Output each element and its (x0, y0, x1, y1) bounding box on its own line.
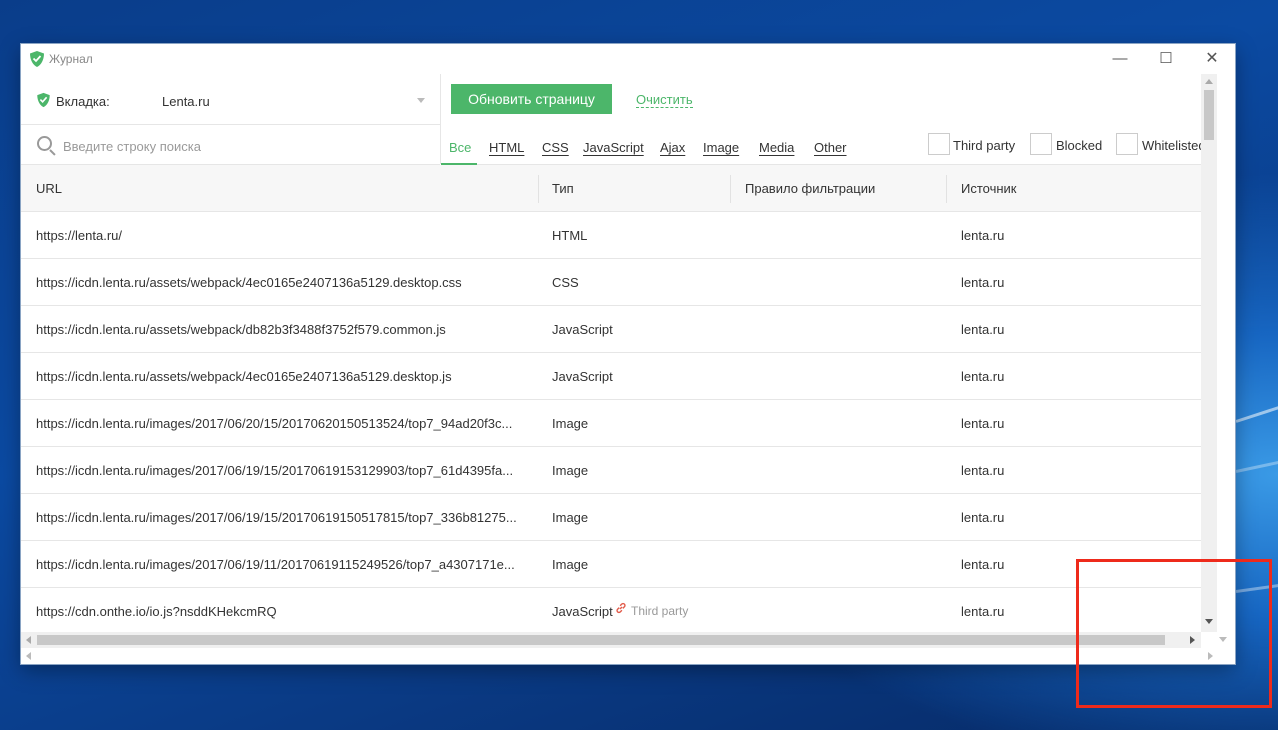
row-type: JavaScript (552, 604, 613, 619)
scroll-up-arrow-icon[interactable] (1205, 79, 1213, 84)
row-source: lenta.ru (961, 275, 1005, 290)
outer-horizontal-scrollbar[interactable] (21, 648, 1235, 664)
wallpaper-beam (1235, 457, 1278, 473)
vertical-scrollbar[interactable] (1201, 74, 1217, 632)
column-header-url[interactable]: URL (36, 181, 62, 196)
row-source: lenta.ru (961, 557, 1005, 572)
row-type: CSS (552, 275, 579, 290)
filter-bar: Все HTML CSS JavaScript Ajax Image Media… (441, 125, 1206, 165)
column-divider[interactable] (538, 175, 539, 203)
tab-html[interactable]: HTML (489, 140, 524, 155)
row-url: https://icdn.lenta.ru/images/2017/06/19/… (36, 557, 515, 572)
row-url: https://icdn.lenta.ru/assets/webpack/db8… (36, 322, 446, 337)
highlight-annotation-box (1076, 559, 1272, 708)
row-source: lenta.ru (961, 228, 1005, 243)
column-header-filter-rule[interactable]: Правило фильтрации (745, 181, 875, 196)
row-url: https://icdn.lenta.ru/images/2017/06/19/… (36, 463, 514, 478)
table-row[interactable]: https://icdn.lenta.ru/images/2017/06/20/… (21, 400, 1201, 447)
clear-button[interactable]: Очистить (636, 92, 693, 108)
close-button[interactable]: ✕ (1189, 44, 1235, 74)
row-source: lenta.ru (961, 369, 1005, 384)
tab-selector-label: Вкладка: (56, 94, 110, 109)
log-window: Журнал — ☐ ✕ Вкладка: Lenta.ru Обновить … (21, 44, 1235, 664)
link-icon (616, 602, 626, 614)
tab-selector-value[interactable]: Lenta.ru (162, 94, 210, 109)
outer-scroll-left-arrow-icon[interactable] (26, 652, 31, 660)
chevron-down-icon[interactable] (417, 98, 425, 103)
refresh-page-button[interactable]: Обновить страницу (451, 84, 612, 114)
tab-media[interactable]: Media (759, 140, 794, 155)
shield-check-icon (30, 51, 44, 67)
requests-table: URL Тип Правило фильтрации Источник http… (21, 165, 1201, 632)
row-type: HTML (552, 228, 588, 243)
search-input[interactable] (61, 135, 425, 157)
search-box (21, 125, 440, 165)
column-divider[interactable] (946, 175, 947, 203)
row-type: JavaScript (552, 369, 613, 384)
row-type: Image (552, 463, 589, 478)
table-row[interactable]: https://icdn.lenta.ru/images/2017/06/19/… (21, 447, 1201, 494)
row-type: Image (552, 510, 589, 525)
row-source: lenta.ru (961, 510, 1005, 525)
blocked-checkbox-label[interactable]: Blocked (1056, 138, 1102, 153)
column-divider[interactable] (730, 175, 731, 203)
search-icon (37, 136, 52, 151)
column-header-source[interactable]: Источник (961, 181, 1017, 196)
table-row[interactable]: https://cdn.onthe.io/io.js?nsddKHekcmRQ … (21, 588, 1201, 632)
table-row[interactable]: https://icdn.lenta.ru/assets/webpack/db8… (21, 306, 1201, 353)
third-party-checkbox-label[interactable]: Third party (953, 138, 1015, 153)
tab-image[interactable]: Image (703, 140, 739, 155)
scroll-left-arrow-icon[interactable] (26, 636, 31, 644)
table-row[interactable]: https://icdn.lenta.ru/images/2017/06/19/… (21, 541, 1201, 588)
row-type: JavaScript (552, 322, 613, 337)
row-source: lenta.ru (961, 416, 1005, 431)
table-row[interactable]: https://icdn.lenta.ru/assets/webpack/4ec… (21, 259, 1201, 306)
row-source: lenta.ru (961, 604, 1005, 619)
third-party-checkbox[interactable] (928, 133, 950, 155)
blocked-checkbox[interactable] (1030, 133, 1052, 155)
whitelisted-checkbox-label[interactable]: Whitelisted (1142, 138, 1206, 153)
minimize-button[interactable]: — (1097, 44, 1143, 74)
shield-check-icon (37, 92, 50, 108)
maximize-button[interactable]: ☐ (1143, 44, 1189, 74)
table-row[interactable]: https://icdn.lenta.ru/assets/webpack/4ec… (21, 353, 1201, 400)
row-source: lenta.ru (961, 463, 1005, 478)
tab-all[interactable]: Все (449, 140, 471, 155)
whitelisted-checkbox[interactable] (1116, 133, 1138, 155)
table-row[interactable]: https://lenta.ru/ HTML lenta.ru (21, 212, 1201, 259)
title-bar[interactable]: Журнал — ☐ ✕ (21, 44, 1235, 74)
window-title: Журнал (49, 52, 93, 66)
horizontal-scrollbar[interactable] (21, 632, 1201, 648)
table-row[interactable]: https://icdn.lenta.ru/images/2017/06/19/… (21, 494, 1201, 541)
tab-javascript[interactable]: JavaScript (583, 140, 644, 155)
wallpaper-beam (1235, 401, 1278, 423)
tab-selector[interactable]: Вкладка: Lenta.ru (21, 74, 440, 125)
table-header: URL Тип Правило фильтрации Источник (21, 165, 1201, 212)
third-party-badge: Third party (631, 604, 689, 618)
row-url: https://lenta.ru/ (36, 228, 122, 243)
row-source: lenta.ru (961, 322, 1005, 337)
horizontal-scroll-thumb[interactable] (37, 635, 1165, 645)
row-url: https://icdn.lenta.ru/assets/webpack/4ec… (36, 275, 462, 290)
row-url: https://icdn.lenta.ru/images/2017/06/20/… (36, 416, 513, 431)
row-url: https://icdn.lenta.ru/assets/webpack/4ec… (36, 369, 452, 384)
tab-css[interactable]: CSS (542, 140, 569, 155)
column-header-type[interactable]: Тип (552, 181, 574, 196)
row-type: Image (552, 557, 589, 572)
tab-ajax[interactable]: Ajax (660, 140, 685, 155)
tab-other[interactable]: Other (814, 140, 847, 155)
vertical-scroll-thumb[interactable] (1204, 90, 1214, 140)
row-type: Image (552, 416, 589, 431)
row-url: https://cdn.onthe.io/io.js?nsddKHekcmRQ (36, 604, 277, 619)
row-url: https://icdn.lenta.ru/images/2017/06/19/… (36, 510, 517, 525)
